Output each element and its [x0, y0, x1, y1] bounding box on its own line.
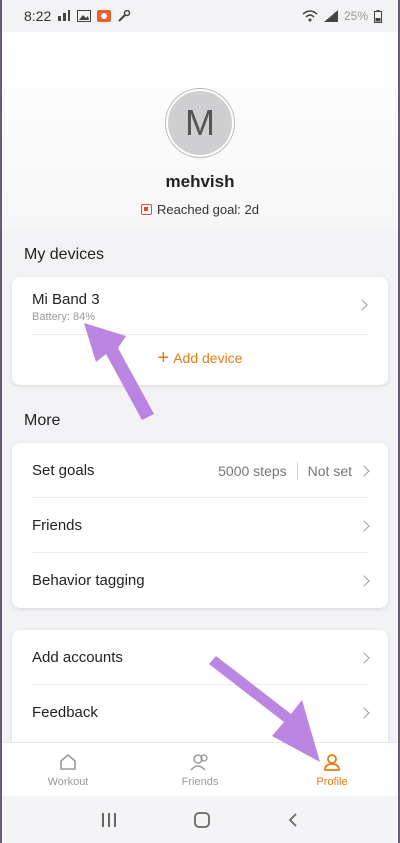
nav-profile[interactable]: Profile	[266, 743, 398, 796]
chevron-right-icon	[358, 706, 370, 719]
steps-goal: 5000 steps	[218, 462, 287, 479]
nav-friends-label: Friends	[181, 775, 219, 788]
nav-profile-label: Profile	[316, 775, 348, 788]
system-nav-bar	[2, 796, 398, 843]
battery-percent: 25%	[343, 9, 368, 23]
profile-icon	[324, 753, 340, 771]
accounts-card: Add accounts Feedback	[12, 630, 388, 760]
behavior-tagging-label: Behavior tagging	[32, 572, 145, 589]
friends-label: Friends	[32, 517, 83, 534]
status-time: 8:22	[24, 8, 52, 24]
more-card: Set goals 5000 steps Not set Friends Beh…	[12, 443, 388, 608]
weight-goal: Not set	[307, 462, 352, 479]
profile-header: M mehvish Reached goal: 2d	[2, 32, 398, 228]
status-right: 25%	[302, 9, 382, 23]
avatar-letter: M	[185, 102, 215, 143]
app-icon	[97, 10, 112, 22]
goal-values: 5000 steps Not set	[218, 461, 370, 480]
device-row-mi-band[interactable]: Mi Band 3 Battery: 84%	[12, 277, 388, 333]
behavior-tagging-row[interactable]: Behavior tagging	[12, 553, 388, 608]
status-left: 8:22	[24, 8, 131, 24]
bottom-nav: Workout Friends Profile	[2, 742, 398, 796]
image-icon	[77, 10, 92, 22]
goal-icon	[141, 204, 153, 215]
device-battery: Battery: 84%	[32, 311, 95, 323]
username: mehvish	[165, 172, 235, 191]
goal-status: Reached goal: 2d	[2, 202, 398, 217]
screen: 8:22 25% M mehvish Reached goal: 2d My d…	[2, 0, 398, 843]
feedback-label: Feedback	[32, 704, 98, 721]
chevron-right-icon	[358, 651, 370, 664]
signal-icon	[58, 10, 71, 21]
value-separator	[296, 461, 298, 480]
set-goals-label: Set goals	[32, 462, 95, 479]
recents-icon[interactable]	[100, 812, 118, 828]
wifi-icon	[302, 10, 318, 22]
add-accounts-label: Add accounts	[32, 649, 123, 666]
feedback-row[interactable]: Feedback	[12, 685, 388, 740]
battery-icon	[374, 9, 382, 23]
add-device-button[interactable]: + Add device	[12, 347, 388, 369]
chevron-right-icon	[358, 574, 370, 587]
home-icon	[60, 753, 76, 770]
wrench-icon	[118, 10, 131, 22]
divider	[32, 334, 368, 335]
nav-friends[interactable]: Friends	[134, 743, 266, 796]
cell-signal-icon	[323, 10, 338, 22]
chevron-right-icon	[356, 299, 368, 311]
chevron-right-icon	[358, 519, 370, 532]
back-icon[interactable]	[286, 812, 300, 828]
section-more: More	[24, 412, 61, 429]
friends-icon	[190, 753, 208, 771]
nav-workout-label: Workout	[47, 775, 89, 788]
devices-card: Mi Band 3 Battery: 84% + Add device	[12, 277, 388, 385]
status-bar: 8:22 25%	[2, 0, 398, 32]
goal-text: Reached goal: 2d	[157, 202, 259, 217]
friends-row[interactable]: Friends	[12, 498, 388, 553]
device-name: Mi Band 3	[32, 291, 100, 308]
plus-icon: +	[157, 347, 170, 369]
avatar[interactable]: M	[166, 89, 234, 157]
home-button-icon[interactable]	[193, 811, 211, 829]
section-my-devices: My devices	[24, 246, 105, 263]
nav-workout[interactable]: Workout	[2, 743, 134, 796]
set-goals-row[interactable]: Set goals 5000 steps Not set	[12, 443, 388, 498]
add-device-label: Add device	[173, 350, 243, 366]
chevron-right-icon	[358, 464, 370, 477]
add-accounts-row[interactable]: Add accounts	[12, 630, 388, 685]
